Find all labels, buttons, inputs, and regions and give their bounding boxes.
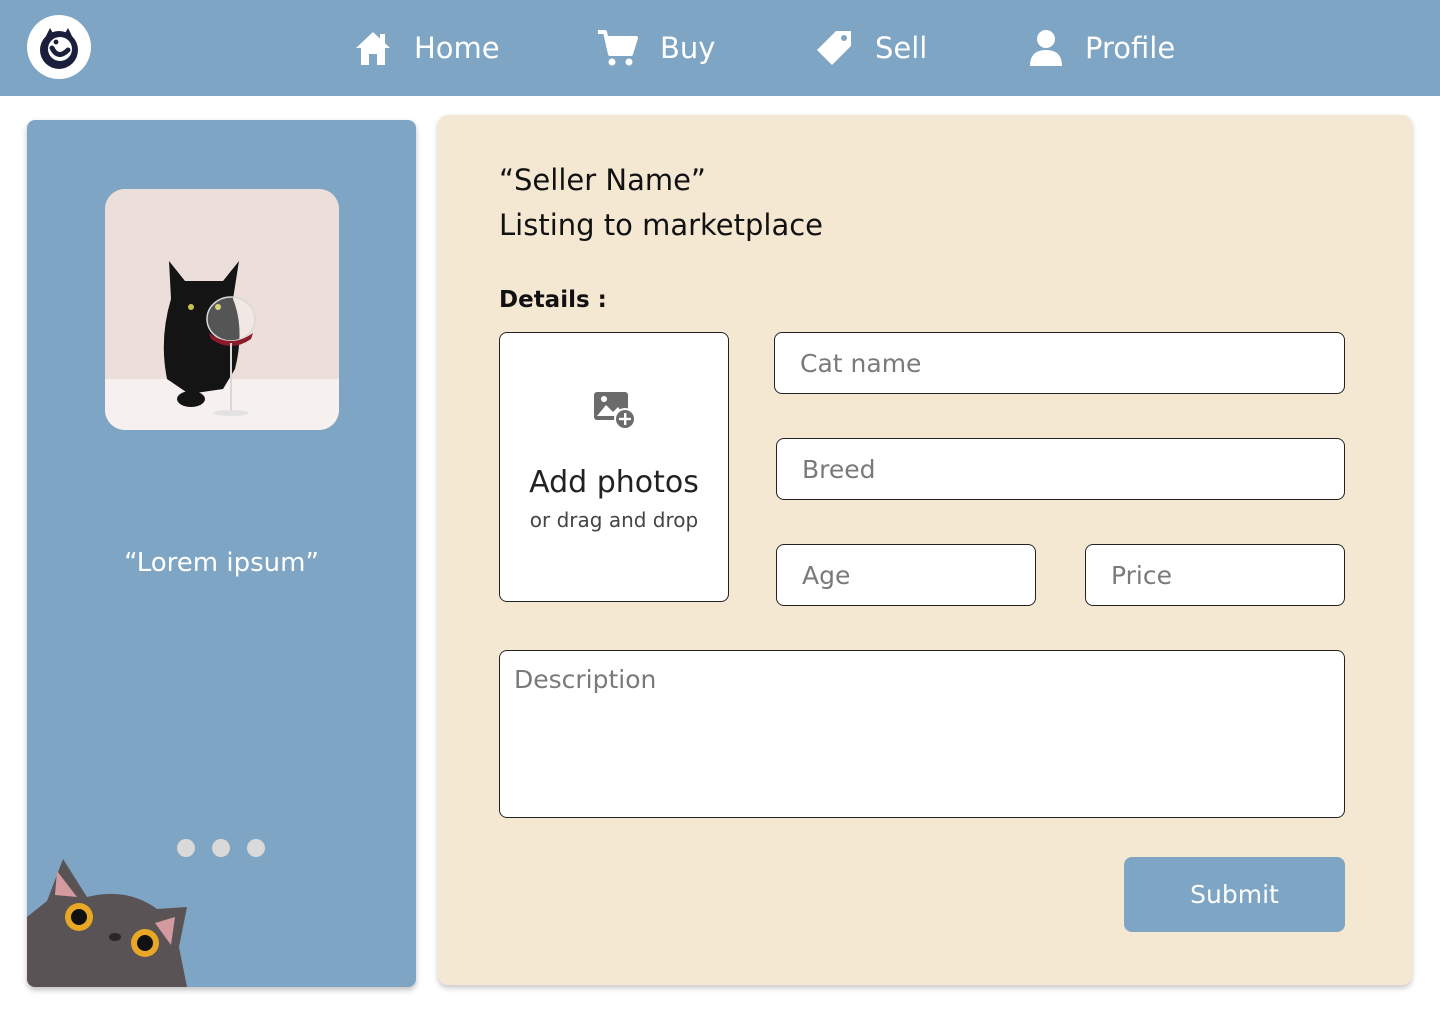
age-input[interactable] bbox=[776, 544, 1036, 606]
cat-name-input[interactable] bbox=[774, 332, 1345, 394]
sidebar-panel: “Lorem ipsum” bbox=[27, 120, 416, 987]
user-icon bbox=[1029, 29, 1063, 67]
seller-name: “Seller Name” bbox=[499, 163, 706, 197]
drag-drop-label: or drag and drop bbox=[529, 508, 699, 532]
carousel-dot[interactable] bbox=[177, 839, 195, 857]
nav-item-buy[interactable]: Buy bbox=[596, 0, 715, 96]
home-icon bbox=[354, 29, 392, 67]
add-photos-label: Add photos bbox=[529, 465, 699, 500]
nav-item-sell[interactable]: Sell bbox=[815, 0, 927, 96]
listing-form-panel: “Seller Name” Listing to marketplace Det… bbox=[438, 115, 1412, 985]
nav-item-label: Profile bbox=[1085, 31, 1176, 65]
peeking-cat-image bbox=[27, 857, 197, 987]
add-photos-dropzone[interactable]: Add photos or drag and drop bbox=[499, 332, 729, 602]
nav-item-profile[interactable]: Profile bbox=[1029, 0, 1175, 96]
nav-item-home[interactable]: Home bbox=[354, 0, 500, 96]
carousel-dot[interactable] bbox=[247, 839, 265, 857]
add-image-icon bbox=[593, 391, 637, 435]
nav-item-label: Home bbox=[414, 31, 500, 65]
submit-button[interactable]: Submit bbox=[1124, 857, 1345, 932]
carousel-dot[interactable] bbox=[212, 839, 230, 857]
details-label: Details : bbox=[499, 287, 607, 313]
tag-icon bbox=[815, 29, 853, 67]
cat-logo-icon[interactable] bbox=[27, 15, 91, 79]
carousel-dots bbox=[177, 839, 265, 857]
price-input[interactable] bbox=[1085, 544, 1345, 606]
page-title: Listing to marketplace bbox=[499, 208, 824, 242]
nav-item-label: Buy bbox=[660, 31, 716, 65]
description-textarea[interactable] bbox=[499, 650, 1345, 818]
breed-input[interactable] bbox=[776, 438, 1345, 500]
cart-icon bbox=[596, 28, 638, 68]
cat-with-wine-image bbox=[105, 189, 339, 430]
sidebar-quote: “Lorem ipsum” bbox=[124, 548, 319, 578]
nav-item-label: Sell bbox=[875, 31, 928, 65]
top-nav-bar: Home Buy Sell Profile bbox=[0, 0, 1440, 96]
